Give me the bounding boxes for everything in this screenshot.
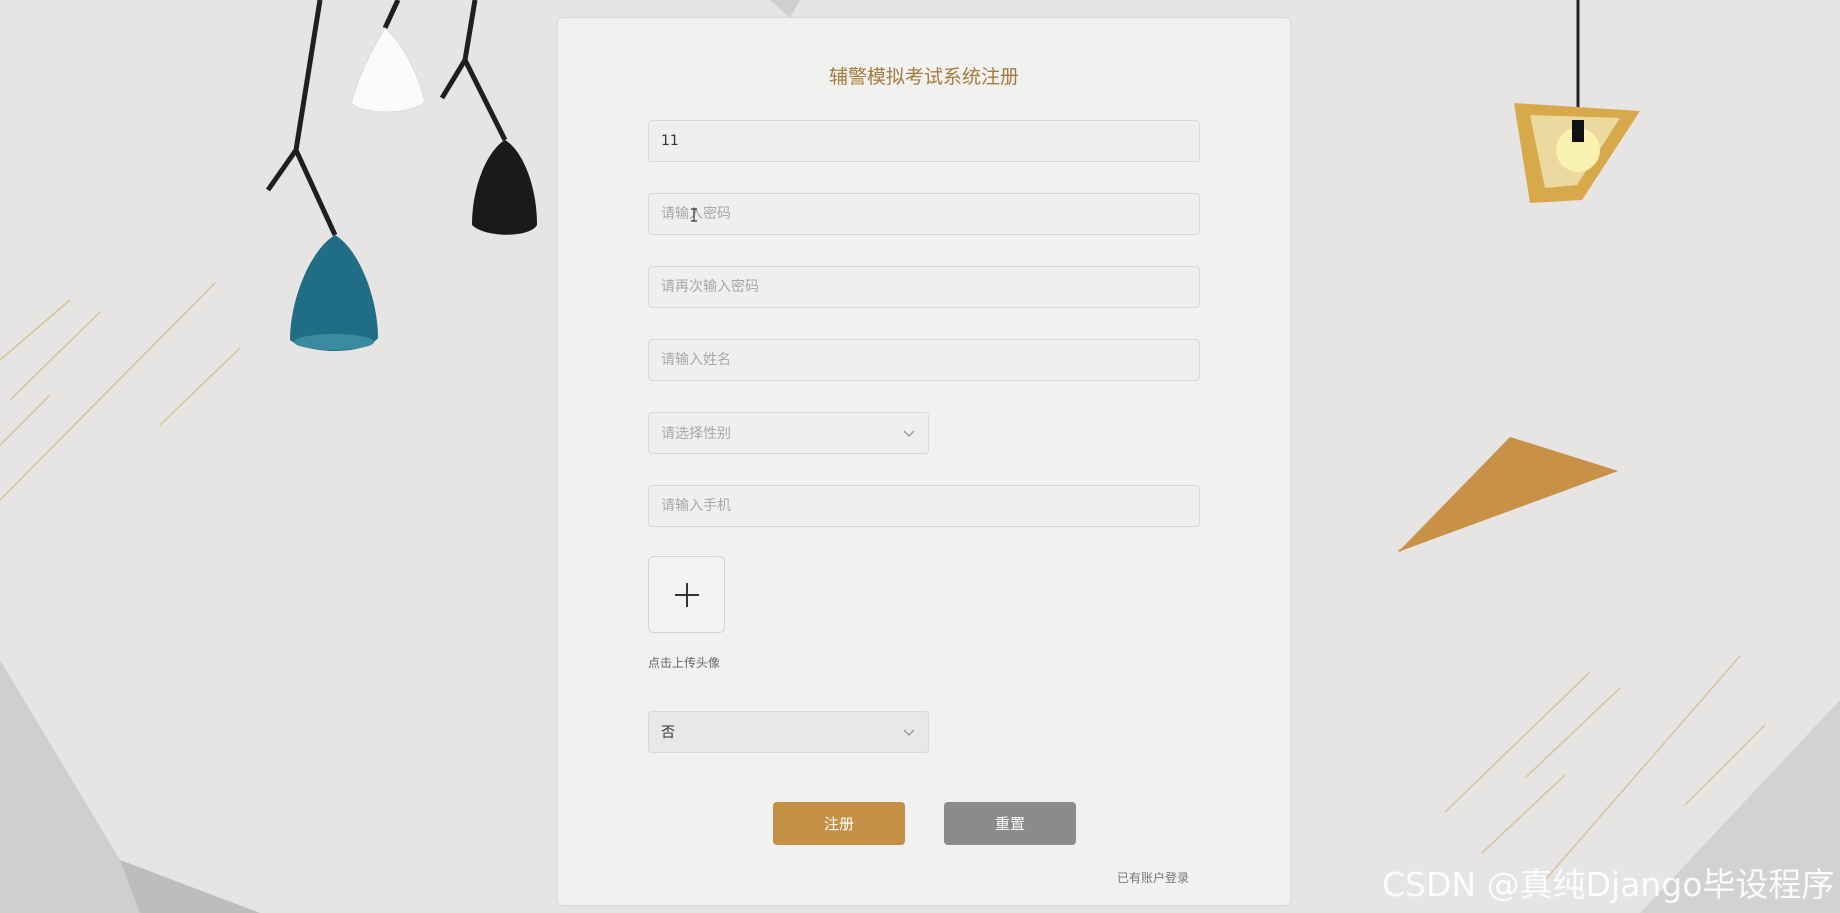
chevron-down-icon [903,729,915,736]
chevron-down-icon [903,430,915,437]
bg-shape-top [770,0,800,18]
gold-triangle-fill [1398,437,1618,552]
pendant-lamp-right [1514,0,1640,203]
gender-select-placeholder: 请选择性别 [661,426,731,442]
yes-no-select[interactable]: 否 [648,711,929,753]
register-button[interactable]: 注册 [773,802,905,845]
register-card: 辅警模拟考试系统注册 请选择性别 点击上传头像 否 注册 重置 已有账户登录 [557,17,1291,906]
avatar-upload-button[interactable] [648,556,725,633]
avatar-upload-label: 点击上传头像 [648,656,721,670]
bg-shape-left-dark [120,860,260,913]
page-title: 辅警模拟考试系统注册 [828,66,1019,88]
login-link[interactable]: 已有账户登录 [1117,869,1189,886]
diagonal-lines-left [0,282,241,501]
password-confirm-input[interactable] [648,266,1200,308]
pendant-lamps [265,0,537,352]
reset-button[interactable]: 重置 [944,802,1076,845]
password-input[interactable] [648,193,1200,235]
account-input[interactable] [648,120,1200,162]
plus-icon [674,582,699,607]
text-cursor-icon [691,208,697,222]
yes-no-select-value: 否 [661,725,675,741]
phone-input[interactable] [648,485,1200,527]
name-input[interactable] [648,339,1200,381]
gender-select[interactable]: 请选择性别 [648,412,929,454]
watermark: CSDN @真纯Django毕设程序 [1382,865,1835,904]
